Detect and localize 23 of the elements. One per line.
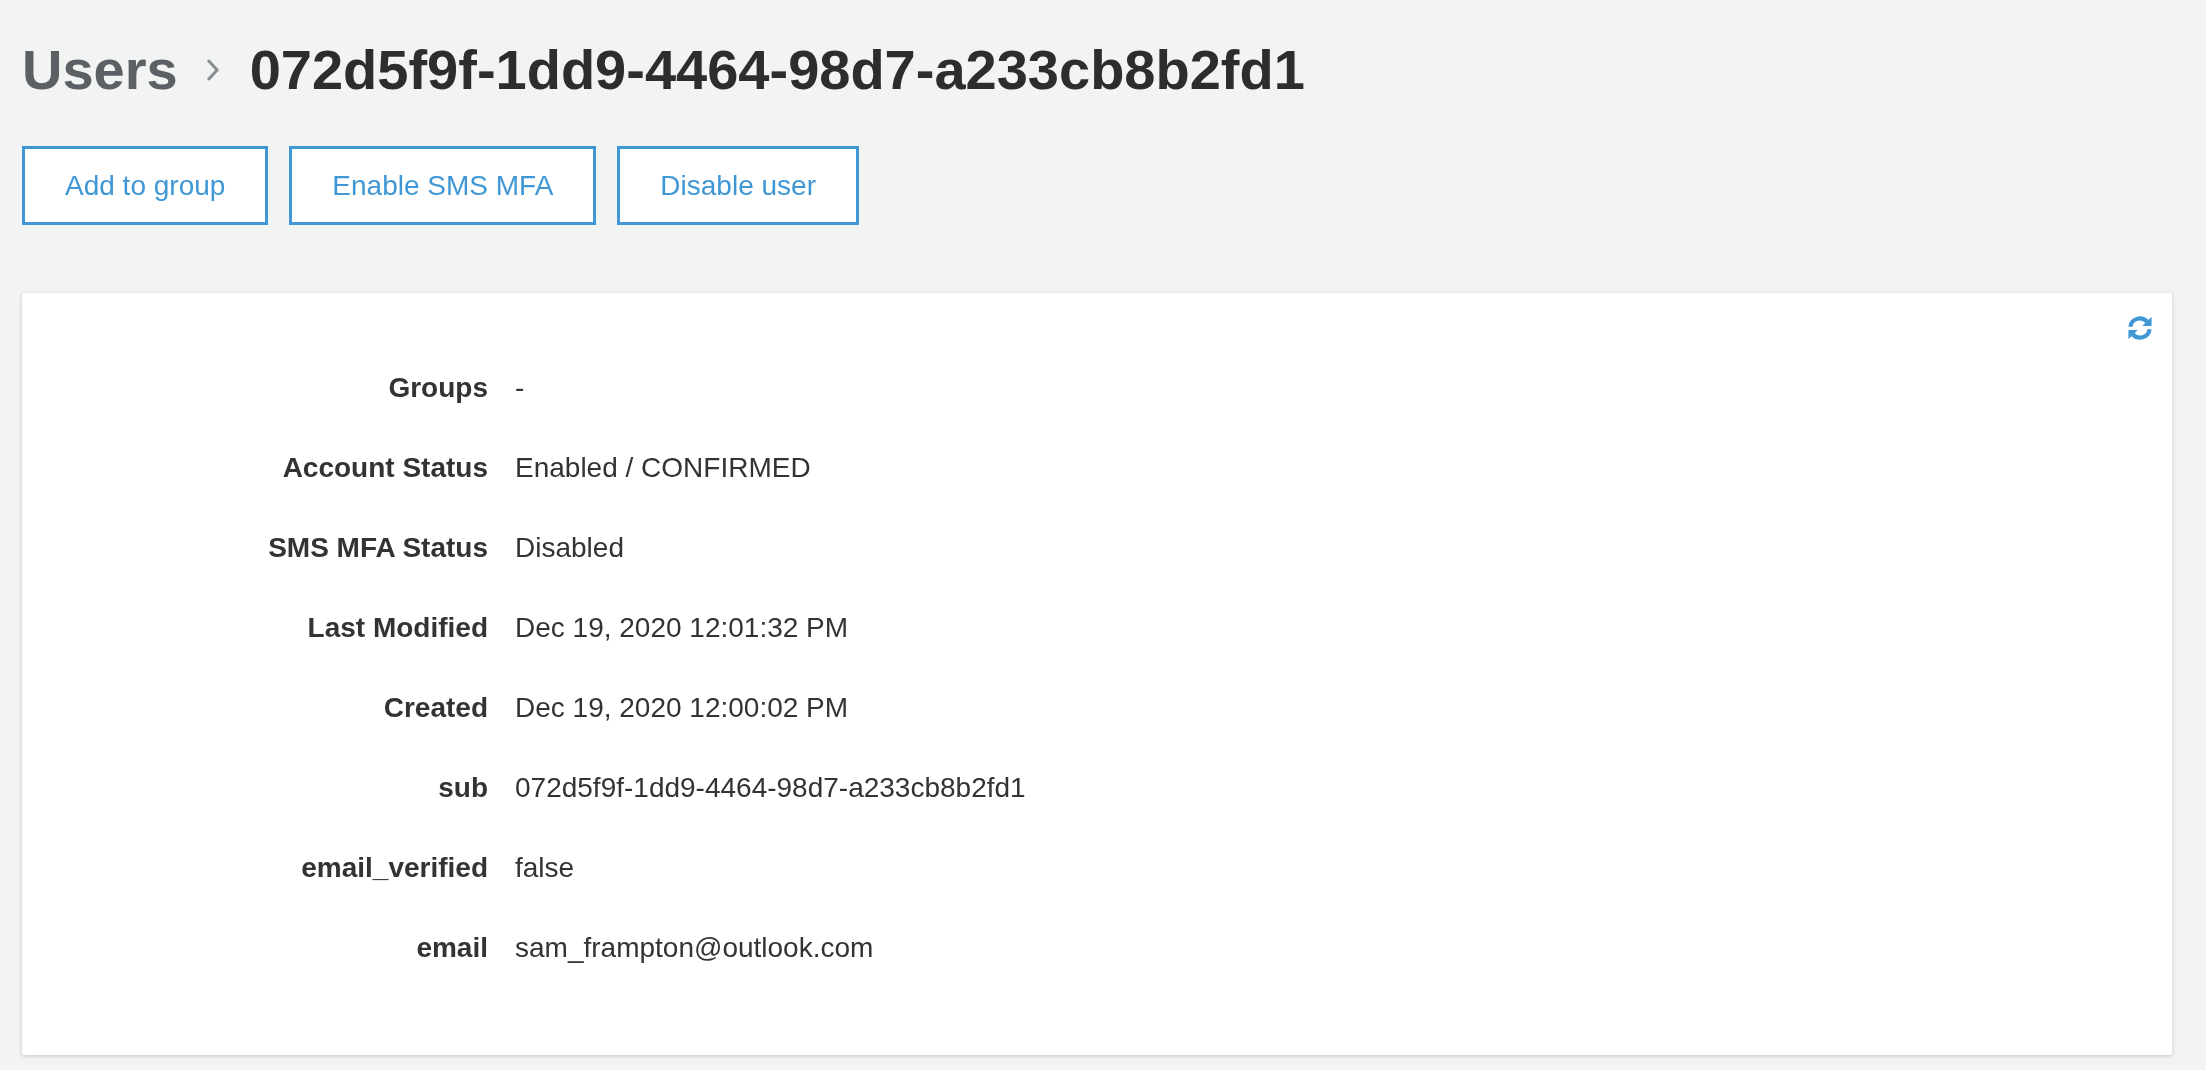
field-label: Groups [388, 371, 488, 405]
action-button[interactable]: Add to group [22, 146, 269, 225]
field-value: Dec 19, 2020 12:01:32 PM [515, 611, 849, 645]
field-value: Enabled / CONFIRMED [515, 451, 811, 485]
field-label: SMS MFA Status [268, 531, 488, 565]
field-label: Last Modified [307, 611, 488, 645]
field-value: 072d5f9f-1dd9-4464-98d7-a233cb8b2fd1 [515, 771, 1026, 805]
action-button[interactable]: Enable SMS MFA [289, 146, 597, 225]
action-button[interactable]: Disable user [617, 146, 859, 225]
field-label: Account Status [282, 451, 488, 485]
breadcrumb-link[interactable]: Users [22, 36, 178, 104]
page-title: 072d5f9f-1dd9-4464-98d7-a233cb8b2fd1 [249, 37, 1305, 104]
field-label: Created [383, 691, 488, 725]
field-label: sub [438, 771, 488, 805]
field-value: Dec 19, 2020 12:00:02 PM [515, 691, 849, 725]
field-value: Disabled [515, 531, 624, 565]
field-value: sam_frampton@outlook.com [515, 931, 874, 965]
field-value: false [515, 851, 575, 885]
refresh-icon[interactable] [2127, 315, 2153, 341]
field-label: email [416, 931, 488, 965]
chevron-icon [205, 59, 220, 81]
field-value: - [515, 371, 525, 405]
field-label: email_verified [301, 851, 488, 885]
